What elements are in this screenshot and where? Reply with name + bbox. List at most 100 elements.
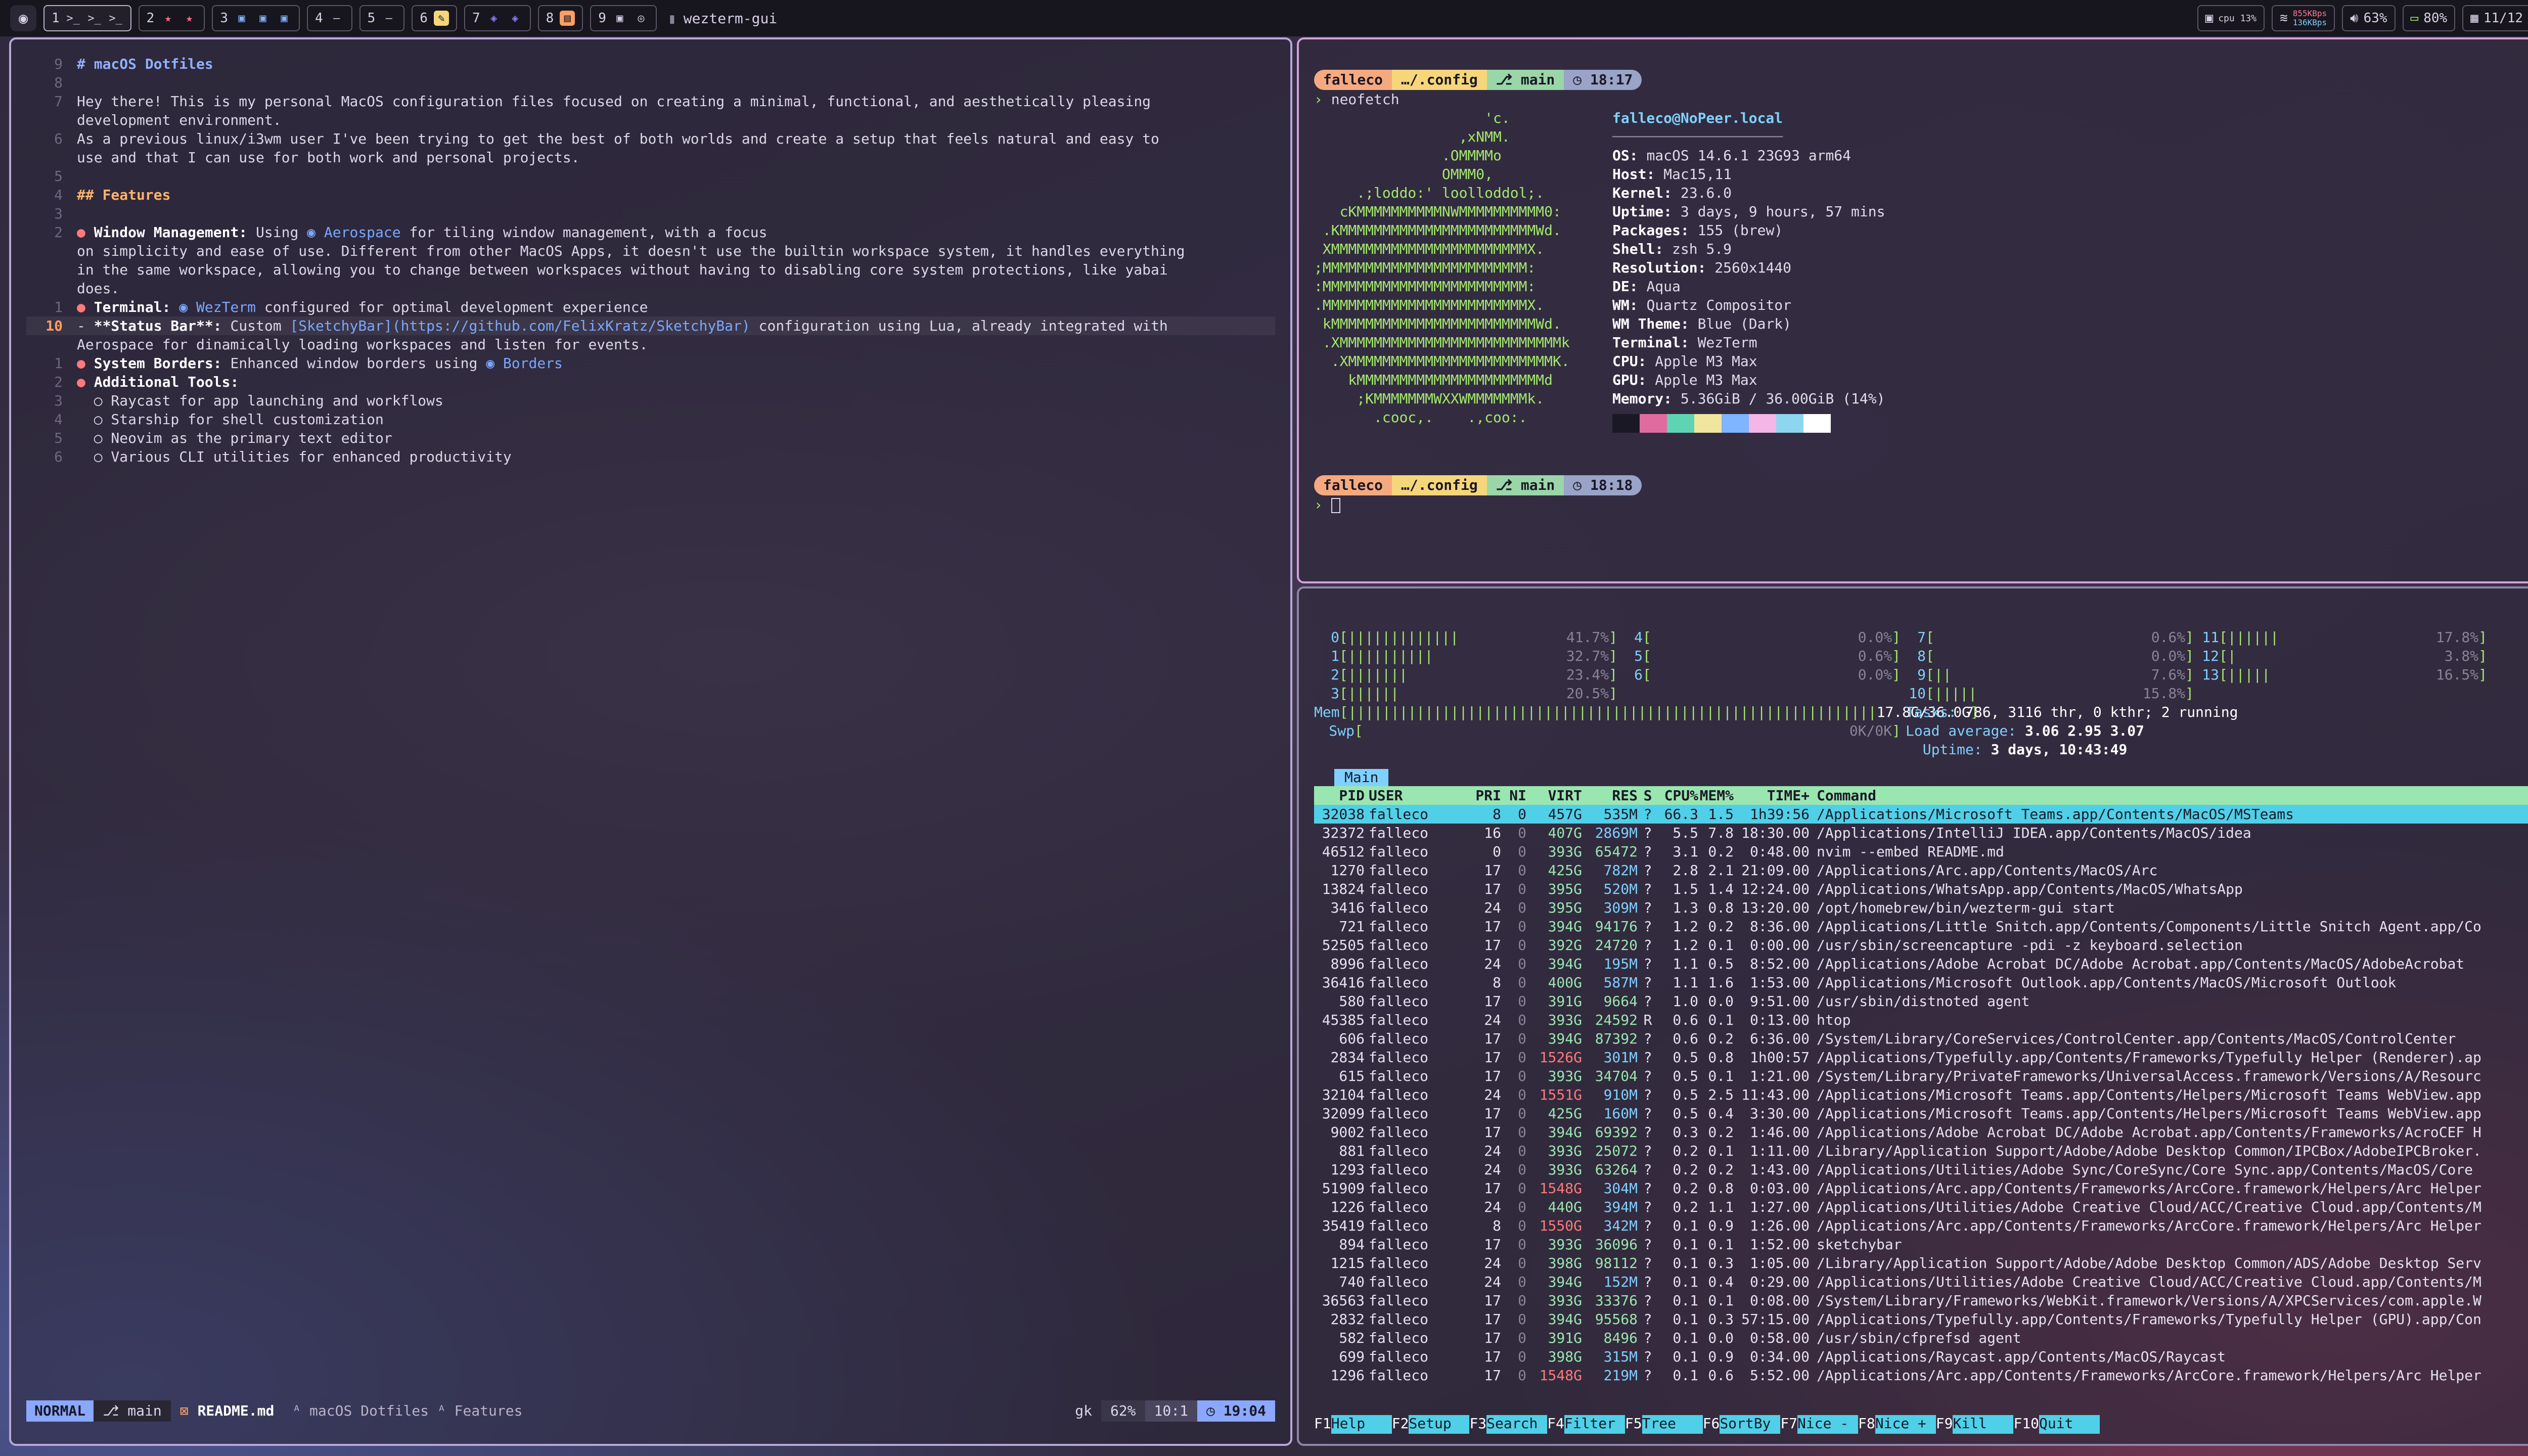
fkey-f3[interactable]: F3 (1469, 1415, 1486, 1434)
column-header[interactable]: USER (1365, 786, 1461, 805)
table-cell: 17 (1484, 1311, 1501, 1328)
table-row[interactable]: 3416 falleco 24 0 395G 309M? 1.3 0.8 13:20.00/op… (1314, 898, 2528, 917)
table-row[interactable]: 8996 falleco 24 0 394G 195M? 1.1 0.5 8:52.00/App… (1314, 954, 2528, 973)
shell-prompt: falleco …/.config ⎇ main ◷ 18:17 (1314, 70, 2528, 90)
table-cell: 0.1 (1708, 1068, 1734, 1084)
table-cell: ? (1643, 1180, 1652, 1197)
table-row[interactable]: 1293 falleco 24 0 393G 63264? 0.2 0.2 1:43.00/Ap… (1314, 1160, 2528, 1179)
nvim-buffer[interactable]: 9 # macOS Dotfiles 8 7 Hey there! This is my… (26, 55, 1275, 466)
table-row[interactable]: 13824 falleco 17 0 395G 520M? 1.5 1.4 12:24.00/A… (1314, 880, 2528, 898)
fkey-f7[interactable]: F7 (1780, 1415, 1797, 1434)
network-widget[interactable]: ≋ 855KBps 136KBps (2272, 5, 2335, 31)
fkey-f9[interactable]: F9 (1936, 1415, 1953, 1434)
table-row[interactable]: 699 falleco 17 0 398G 315M? 0.1 0.9 0:34.00/Appl… (1314, 1347, 2528, 1366)
table-row[interactable]: 32372 falleco 16 0 407G 2869M? 5.5 7.8 18:30.00 /… (1314, 824, 2528, 842)
table-row[interactable]: 32099 falleco 17 0 425G 160M? 0.5 0.4 3:30.00/Ap… (1314, 1104, 2528, 1123)
table-cell: 24 (1484, 1255, 1501, 1271)
info-colon: : (1629, 147, 1647, 164)
fkey-label[interactable]: Nice + (1875, 1415, 1936, 1434)
table-cell: 0.2 (1708, 1030, 1734, 1047)
table-row[interactable]: 1215 falleco 24 0 398G 98112? 0.1 0.3 1:05.00/Li… (1314, 1254, 2528, 1272)
volume-widget[interactable]: 🔊︎ 63% (2342, 5, 2396, 31)
table-cell: ? (1643, 1086, 1652, 1103)
clock-widget[interactable]: ▦ 11/12 19:04 (2462, 5, 2528, 31)
workspace-3[interactable]: 3 ▣ ▣ ▣ (212, 5, 300, 31)
table-row[interactable]: 46512 falleco 0 0 393G 65472? 3.1 0.2 0:48.00 nvi… (1314, 842, 2528, 861)
table-row[interactable]: 580 falleco 17 0 391G 9664? 1.0 0.0 9:51.00/usr/… (1314, 992, 2528, 1011)
tab-main[interactable]: Main (1334, 769, 1389, 786)
table-row[interactable]: 2832 falleco 17 0 394G 95568? 0.1 0.3 57:15.00/A… (1314, 1310, 2528, 1329)
table-row[interactable]: 36563 falleco 17 0 393G 33376? 0.1 0.1 0:08.00/S… (1314, 1291, 2528, 1310)
battery-widget[interactable]: ▭ 80% (2402, 5, 2456, 31)
column-header[interactable]: CPU% (1658, 786, 1698, 805)
fkey-f4[interactable]: F4 (1547, 1415, 1564, 1434)
table-row[interactable]: 1226 falleco 24 0 440G 394M? 0.2 1.1 1:27.00/App… (1314, 1198, 2528, 1216)
column-header[interactable]: PID (1314, 786, 1365, 805)
column-header[interactable]: VIRT (1526, 786, 1582, 805)
fkey-f10[interactable]: F10 (2013, 1415, 2039, 1434)
process-table-header[interactable]: PID USER PRI NI VIRT RES S CPU%MEM% TIME+ Command (1314, 786, 2528, 805)
table-row[interactable]: 1270 falleco 17 0 425G 782M? 2.8 2.1 21:09.00/Ap… (1314, 861, 2528, 880)
input-line[interactable]: › (1314, 495, 2528, 514)
workspace-4[interactable]: 4— (306, 5, 352, 31)
cpu-value: 41.7% (1566, 629, 1609, 646)
workspace-2[interactable]: 2 ★ ★ (138, 5, 205, 31)
table-row[interactable]: 881 falleco 24 0 393G 25072? 0.2 0.1 1:11.00/Lib… (1314, 1142, 2528, 1160)
table-row[interactable]: 894 falleco 17 0 393G 36096? 0.1 0.1 1:52.00 sket… (1314, 1235, 2528, 1254)
fkey-label[interactable]: Kill (1953, 1415, 2014, 1434)
table-row[interactable]: 9002 falleco 17 0 394G 69392? 0.3 0.2 1:46.00/Ap… (1314, 1123, 2528, 1142)
table-row[interactable]: 2834 falleco 17 0 1526G 301M? 0.5 0.8 1h00:57/Ap… (1314, 1048, 2528, 1067)
info-key: Host (1612, 166, 1647, 183)
column-header[interactable]: MEM% (1698, 786, 1734, 805)
fkey-f6[interactable]: F6 (1703, 1415, 1720, 1434)
table-cell: nvim --embed README.md (1817, 843, 2004, 860)
table-row[interactable]: 35419 falleco 8 0 1550G 342M? 0.1 0.9 1:26.00/Ap… (1314, 1216, 2528, 1235)
fkey-f2[interactable]: F2 (1392, 1415, 1409, 1434)
table-row[interactable]: 721 falleco 17 0 394G 94176? 1.2 0.2 8:36.00/App… (1314, 917, 2528, 936)
table-row[interactable]: 606 falleco 17 0 394G 87392? 0.6 0.2 6:36.00/Sys… (1314, 1029, 2528, 1048)
fkey-label[interactable]: Filter (1564, 1415, 1625, 1434)
fkey-label[interactable]: Quit (2039, 1415, 2100, 1434)
table-row[interactable]: 1296 falleco 17 0 1548G 219M? 0.1 0.6 5:52.00/Ap… (1314, 1366, 2528, 1385)
table-row[interactable]: 582 falleco 17 0 391G 8496? 0.1 0.0 0:58.00/usr/… (1314, 1329, 2528, 1347)
column-header[interactable]: RES (1582, 786, 1638, 805)
table-cell: 0.1 (1708, 1236, 1734, 1253)
htop-terminal[interactable]: 0 [||||||||||||| 41.7%] 1 [|||||||||| 32.7%] 2… (1297, 586, 2528, 1446)
column-header[interactable]: TIME+ (1734, 786, 1810, 805)
table-row[interactable]: 52505 falleco 17 0 392G 24720? 1.2 0.1 0:00.00/u… (1314, 936, 2528, 954)
table-row[interactable]: 45385 falleco 24 0 393G 24592 R 0.6 0.1 0:13.00 ht… (1314, 1011, 2528, 1029)
cpu-widget[interactable]: ▣ cpu 13% (2197, 5, 2265, 31)
fkey-label[interactable]: Search (1486, 1415, 1548, 1434)
nvim-window[interactable]: 9 # macOS Dotfiles 8 7 Hey there! This is my… (9, 37, 1292, 1446)
workspace-5[interactable]: 5— (359, 5, 405, 31)
fkey-f8[interactable]: F8 (1858, 1415, 1875, 1434)
table-row[interactable]: 51909 falleco 17 0 1548G 304M? 0.2 0.8 0:03.00/A… (1314, 1179, 2528, 1198)
table-cell: /Applications/Typefully.app/Contents/Fra… (1817, 1049, 2481, 1066)
apple-menu-icon[interactable]: ◉ (10, 5, 36, 31)
table-row[interactable]: 740 falleco 24 0 394G 152M? 0.1 0.4 0:29.00/Appl… (1314, 1272, 2528, 1291)
table-row[interactable]: 32038 falleco 8 0 457G 535M? 66.3 1.5 1h39:56/Ap… (1314, 805, 2528, 824)
neofetch-terminal[interactable]: falleco …/.config ⎇ main ◷ 18:17 › neofe… (1297, 37, 2528, 583)
fkey-f1[interactable]: F1 (1314, 1415, 1331, 1434)
table-row[interactable]: 36416 falleco 8 0 400G 587M? 1.1 1.6 1:53.00/App… (1314, 973, 2528, 992)
fkey-label[interactable]: SortBy (1720, 1415, 1781, 1434)
fkey-label[interactable]: Help (1331, 1415, 1392, 1434)
column-header[interactable]: Command (1810, 786, 1876, 805)
table-row[interactable]: 32104 falleco 24 0 1551G 910M? 0.5 2.5 11:43.00 /… (1314, 1085, 2528, 1104)
table-cell: 393G (1548, 1236, 1582, 1253)
fkey-f5[interactable]: F5 (1625, 1415, 1642, 1434)
workspace-8[interactable]: 8 ▤ (537, 5, 583, 31)
process-table[interactable]: 32038 falleco 8 0 457G 535M? 66.3 1.5 1h39:56/Ap… (1314, 805, 2528, 1385)
column-header[interactable]: NI (1501, 786, 1526, 805)
column-header[interactable]: S (1638, 786, 1658, 805)
table-row[interactable]: 615 falleco 17 0 393G 34704? 0.5 0.1 1:21.00/Sys… (1314, 1067, 2528, 1085)
fkey-label[interactable]: Tree (1642, 1415, 1703, 1434)
table-cell: ? (1643, 1311, 1652, 1328)
workspace-7[interactable]: 7 ◈ ◈ (464, 5, 531, 31)
workspace-6[interactable]: 6 ✎ (412, 5, 457, 31)
workspace-1[interactable]: 1 >_ >_ >_ (43, 5, 131, 31)
column-header[interactable]: PRI (1461, 786, 1501, 805)
workspace-9[interactable]: 9 ▣ ◎ (590, 5, 657, 31)
fkey-label[interactable]: Setup (1409, 1415, 1470, 1434)
fkey-label[interactable]: Nice - (1797, 1415, 1859, 1434)
